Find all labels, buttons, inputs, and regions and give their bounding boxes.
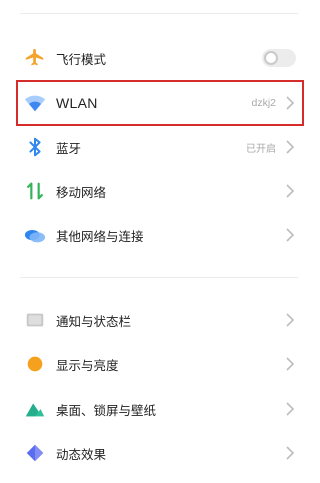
- wifi-icon: [22, 90, 48, 116]
- setting-row-notifications[interactable]: 通知与状态栏: [20, 298, 300, 342]
- bluetooth-status: 已开启: [246, 143, 276, 155]
- setting-row-airplane[interactable]: 飞行模式: [20, 36, 300, 80]
- airplane-icon: [22, 45, 48, 71]
- airplane-mode-toggle[interactable]: [262, 49, 296, 67]
- brightness-icon: [22, 351, 48, 377]
- setting-row-mobile-network[interactable]: 移动网络: [20, 169, 300, 213]
- chevron-right-icon: [286, 446, 295, 460]
- setting-row-bluetooth[interactable]: 蓝牙 已开启: [20, 125, 300, 169]
- setting-row-other-networks[interactable]: 其他网络与连接: [20, 213, 300, 257]
- wlan-connected-network: dzkj2: [251, 97, 276, 109]
- chevron-right-icon: [286, 184, 295, 198]
- chevron-right-icon: [286, 313, 295, 327]
- animation-icon: [22, 440, 48, 466]
- setting-label-mobile-network: 移动网络: [56, 184, 107, 200]
- setting-row-wlan[interactable]: WLAN dzkj2: [20, 81, 300, 125]
- setting-label-notifications: 通知与状态栏: [56, 313, 132, 329]
- setting-label-airplane: 飞行模式: [56, 51, 107, 67]
- bluetooth-icon: [22, 134, 48, 160]
- setting-label-wlan: WLAN: [56, 95, 98, 111]
- top-divider: [20, 13, 298, 14]
- notification-bar-icon: [22, 307, 48, 333]
- cloud-icon: [22, 222, 48, 248]
- setting-label-bluetooth: 蓝牙: [56, 140, 82, 156]
- toggle-knob: [264, 51, 278, 65]
- setting-row-desktop-wallpaper[interactable]: 桌面、锁屏与壁纸: [20, 387, 300, 431]
- setting-label-display-brightness: 显示与亮度: [56, 357, 119, 373]
- mobile-data-icon: [22, 178, 48, 204]
- section-divider: [20, 277, 298, 278]
- chevron-right-icon: [286, 402, 295, 416]
- setting-row-display-brightness[interactable]: 显示与亮度: [20, 342, 300, 386]
- setting-label-other-networks: 其他网络与连接: [56, 228, 144, 244]
- chevron-right-icon: [286, 357, 295, 371]
- chevron-right-icon: [286, 140, 295, 154]
- chevron-right-icon: [286, 228, 295, 242]
- setting-label-desktop-wallpaper: 桌面、锁屏与壁纸: [56, 402, 157, 418]
- setting-row-animation[interactable]: 动态效果: [20, 431, 300, 475]
- setting-label-animation: 动态效果: [56, 446, 107, 462]
- wallpaper-icon: [22, 396, 48, 422]
- chevron-right-icon: [286, 96, 295, 110]
